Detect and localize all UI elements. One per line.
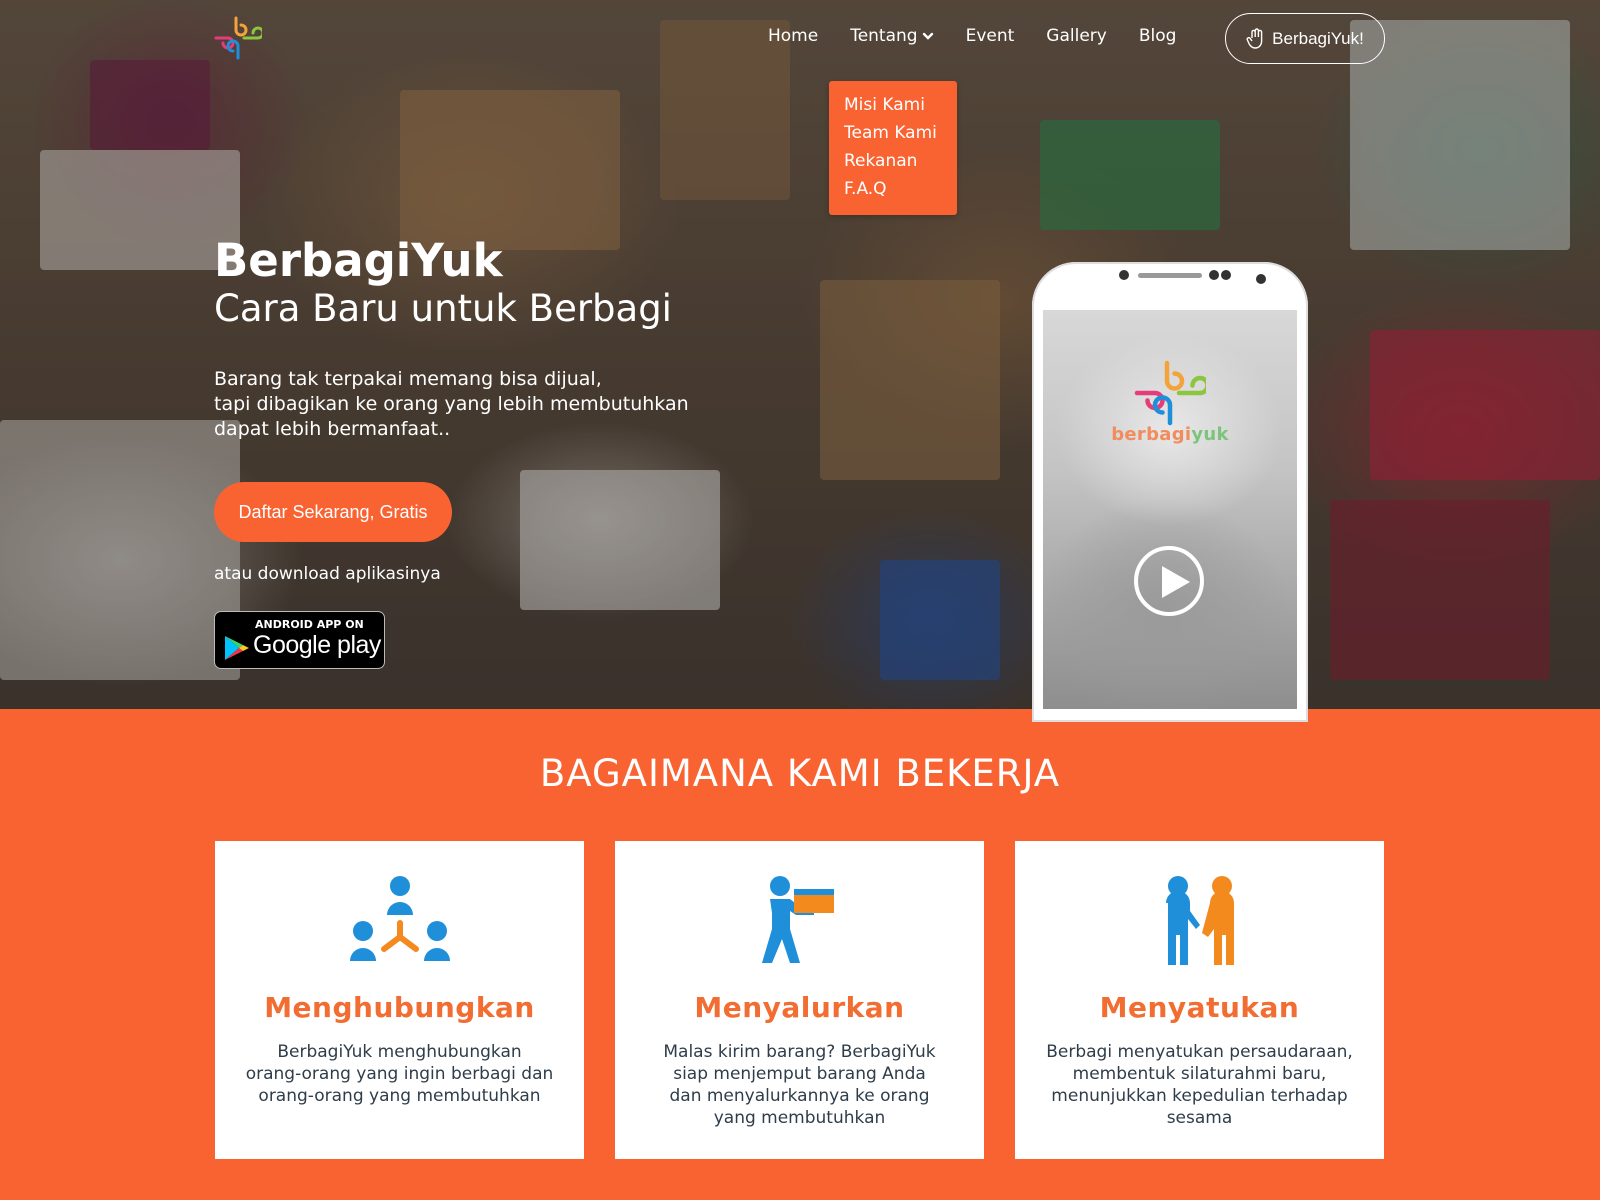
hero-title: BerbagiYuk: [214, 234, 503, 287]
card-line: sesama: [1166, 1108, 1233, 1128]
card-menghubungkan: Menghubungkan BerbagiYuk menghubungkan o…: [215, 841, 584, 1159]
card-description: Malas kirim barang? BerbagiYuk siap menj…: [639, 1041, 960, 1129]
hero-subtitle: Cara Baru untuk Berbagi: [214, 287, 672, 330]
phone-sensor-icon: [1209, 270, 1219, 280]
phone-speaker: [1138, 273, 1202, 278]
berbagiyuk-button-label: BerbagiYuk!: [1272, 28, 1364, 48]
card-line: Berbagi menyatukan persaudaraan,: [1046, 1042, 1353, 1062]
hero-description-line: tapi dibagikan ke orang yang lebih membu…: [214, 393, 689, 415]
hero-description: Barang tak terpakai memang bisa dijual, …: [214, 367, 774, 442]
delivery-person-icon: [761, 876, 834, 963]
card-title: Menyalurkan: [694, 991, 905, 1024]
main-nav: Home Tentang Event Gallery Blog: [768, 26, 1208, 46]
card-menyalurkan: Menyalurkan Malas kirim barang? BerbagiY…: [615, 841, 984, 1159]
menu-item-misi-kami[interactable]: Misi Kami: [844, 91, 942, 119]
nav-event[interactable]: Event: [966, 26, 1015, 46]
nav-blog[interactable]: Blog: [1139, 26, 1177, 46]
play-icon: [1162, 566, 1190, 598]
phone-brand-text: berbagiyuk: [1108, 424, 1232, 445]
network-people-icon: [349, 876, 450, 961]
tentang-dropdown-menu: Misi Kami Team Kami Rekanan F.A.Q: [829, 81, 957, 215]
phone-sensor-icon: [1256, 274, 1266, 284]
nav-tentang[interactable]: Tentang: [850, 26, 933, 46]
card-line: Malas kirim barang? BerbagiYuk: [663, 1042, 936, 1062]
google-play-badge[interactable]: ANDROID APP ON Google play: [214, 611, 385, 669]
hero-description-line: Barang tak terpakai memang bisa dijual,: [214, 368, 602, 390]
google-play-icon: [225, 636, 249, 660]
handshake-people-icon: [1165, 876, 1234, 965]
menu-item-faq[interactable]: F.A.Q: [844, 175, 942, 203]
brand-logo-icon: [1134, 360, 1206, 426]
card-description: BerbagiYuk menghubungkan orang-orang yan…: [239, 1041, 560, 1107]
chevron-down-icon: [922, 32, 933, 40]
section-title: BAGAIMANA KAMI BEKERJA: [539, 752, 1061, 795]
card-title: Menyatukan: [1099, 991, 1300, 1024]
menu-item-rekanan[interactable]: Rekanan: [844, 147, 942, 175]
phone-brand-part: berbagi: [1111, 424, 1192, 445]
signup-button[interactable]: Daftar Sekarang, Gratis: [214, 482, 452, 542]
nav-tentang-label: Tentang: [850, 26, 918, 46]
play-badge-big-text: Google play: [253, 631, 381, 659]
card-title: Menghubungkan: [264, 991, 535, 1024]
card-description: Berbagi menyatukan persaudaraan, membent…: [1039, 1041, 1360, 1129]
card-line: yang membutuhkan: [713, 1108, 886, 1128]
card-line: orang-orang yang membutuhkan: [258, 1086, 541, 1106]
menu-item-team-kami[interactable]: Team Kami: [844, 119, 942, 147]
play-badge-small-text: ANDROID APP ON: [255, 618, 364, 631]
phone-brand-part: yuk: [1191, 424, 1229, 445]
card-line: menunjukkan kepedulian terhadap: [1051, 1086, 1348, 1106]
card-line: BerbagiYuk menghubungkan: [277, 1042, 522, 1062]
video-play-button[interactable]: [1134, 546, 1204, 616]
hero-overlay: [0, 0, 1600, 709]
nav-gallery[interactable]: Gallery: [1046, 26, 1107, 46]
hero-description-line: dapat lebih bermanfaat..: [214, 418, 451, 440]
hero-section: [0, 0, 1600, 709]
card-menyatukan: Menyatukan Berbagi menyatukan persaudara…: [1015, 841, 1384, 1159]
card-line: membentuk silaturahmi baru,: [1072, 1064, 1327, 1084]
card-line: dan menyalurkannya ke orang: [669, 1086, 930, 1106]
berbagiyuk-button[interactable]: BerbagiYuk!: [1225, 13, 1385, 64]
phone-camera-icon: [1119, 270, 1129, 280]
brand-logo-icon[interactable]: [214, 16, 262, 60]
download-text: atau download aplikasinya: [214, 564, 441, 584]
card-line: siap menjemput barang Anda: [673, 1064, 926, 1084]
card-line: orang-orang yang ingin berbagi dan: [245, 1064, 554, 1084]
hand-icon: [1246, 27, 1263, 49]
phone-sensor-icon: [1221, 270, 1231, 280]
nav-home[interactable]: Home: [768, 26, 818, 46]
